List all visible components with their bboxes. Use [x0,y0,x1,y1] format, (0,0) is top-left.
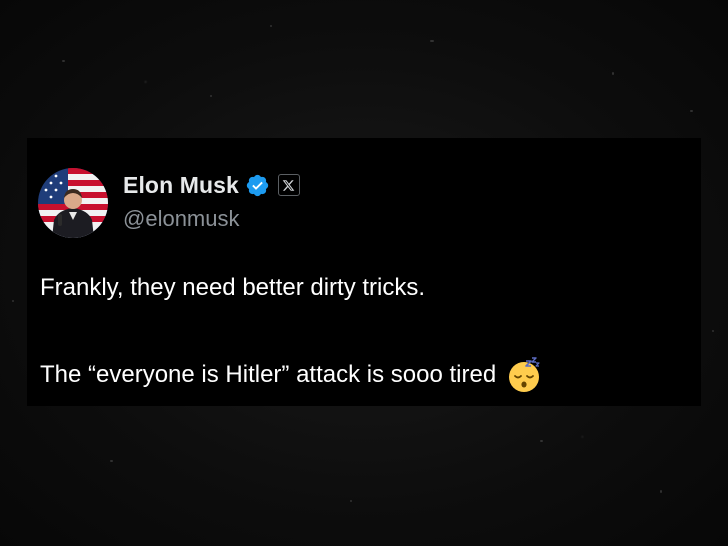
author-display-name[interactable]: Elon Musk [123,172,239,199]
background-speck [660,490,662,493]
tweet-card: Elon Musk @elonmusk Frankly, they need b… [27,138,701,406]
verified-badge-icon [246,174,269,196]
x-logo-glyph [283,179,295,191]
background-speck [612,72,614,75]
background-speck [540,440,543,442]
tweet-text-line-2: The “everyone is Hitler” attack is sooo … [40,361,497,388]
background-speck [12,300,14,302]
background-speck [270,25,272,27]
tweet-text-line-1: Frankly, they need better dirty tricks. [40,274,426,301]
background-speck [210,95,212,97]
background-speck [62,60,65,62]
background-speck [712,330,714,332]
avatar-image [38,168,108,238]
background-speck [110,460,113,462]
author-handle[interactable]: @elonmusk [123,206,240,232]
background-speck [350,500,352,502]
background-speck [430,40,434,42]
sleeping-face-emoji [509,357,540,392]
author-name-row: Elon Musk [123,170,300,200]
x-logo-icon [277,174,300,196]
background-speck [690,110,693,112]
tweet-text-line-2-row: The “everyone is Hitler” attack is sooo … [40,357,542,393]
avatar[interactable] [38,168,108,238]
